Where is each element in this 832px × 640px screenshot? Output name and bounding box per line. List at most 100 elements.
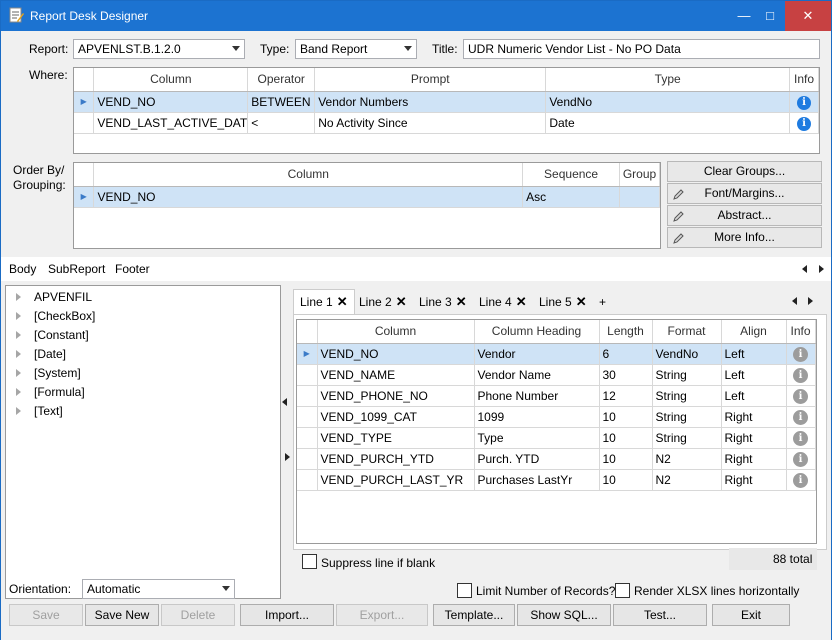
info-icon[interactable]: i xyxy=(793,430,808,446)
info-icon[interactable]: i xyxy=(793,409,808,425)
line-cell-column[interactable]: VEND_NAME xyxy=(317,364,475,386)
table-row[interactable]: VEND_1099_CAT 1099 10 String Right i xyxy=(297,406,816,428)
line-cell-align[interactable]: Right xyxy=(721,448,787,470)
order-cell-sequence[interactable]: Asc xyxy=(522,186,620,208)
close-icon[interactable]: ✕ xyxy=(576,290,587,314)
add-line-tab[interactable]: + xyxy=(595,290,610,314)
line-cell-length[interactable]: 10 xyxy=(599,427,653,449)
tab-line-5[interactable]: Line 5 ✕ xyxy=(535,290,591,314)
more-info-button[interactable]: More Info... xyxy=(667,227,822,248)
line-cell-align[interactable]: Right xyxy=(721,406,787,428)
line-cell-info[interactable]: i xyxy=(786,343,816,365)
where-cell-info[interactable]: i xyxy=(789,112,819,134)
limit-records-checkbox[interactable] xyxy=(457,583,472,598)
expand-icon[interactable] xyxy=(16,312,21,320)
export-button[interactable]: Export... xyxy=(336,604,428,626)
line-cell-heading[interactable]: Purch. YTD xyxy=(474,448,600,470)
tab-line-4[interactable]: Line 4 ✕ xyxy=(475,290,531,314)
line-header-length[interactable]: Length xyxy=(599,320,653,344)
info-icon[interactable]: i xyxy=(797,95,812,110)
where-header-operator[interactable]: Operator xyxy=(247,68,316,92)
line-tab-scroll-right-icon[interactable] xyxy=(808,297,813,305)
table-row[interactable]: ▶ VEND_NO BETWEEN Vendor Numbers VendNo … xyxy=(74,91,819,113)
line-cell-format[interactable]: String xyxy=(652,406,722,428)
collapse-left-icon[interactable] xyxy=(282,398,287,406)
line-cell-length[interactable]: 12 xyxy=(599,385,653,407)
where-header-type[interactable]: Type xyxy=(545,68,791,92)
where-cell-operator[interactable]: BETWEEN xyxy=(247,91,316,113)
line-cell-length[interactable]: 30 xyxy=(599,364,653,386)
line-cell-format[interactable]: String xyxy=(652,427,722,449)
line-cell-align[interactable]: Right xyxy=(721,427,787,449)
order-cell-group[interactable] xyxy=(619,186,660,208)
info-icon[interactable]: i xyxy=(793,388,808,404)
tree-item-apvenfil[interactable]: APVENFIL xyxy=(34,290,92,304)
line-tab-scroll-left-icon[interactable] xyxy=(792,297,797,305)
font-margins-button[interactable]: Font/Margins... xyxy=(667,183,822,204)
line-cell-column[interactable]: VEND_PHONE_NO xyxy=(317,385,475,407)
line-cell-format[interactable]: N2 xyxy=(652,469,722,491)
info-icon[interactable]: i xyxy=(797,116,812,131)
where-cell-prompt[interactable]: Vendor Numbers xyxy=(314,91,547,113)
line-cell-format[interactable]: N2 xyxy=(652,448,722,470)
expand-right-icon[interactable] xyxy=(285,453,290,461)
title-input[interactable]: UDR Numeric Vendor List - No PO Data xyxy=(463,39,820,59)
where-cell-prompt[interactable]: No Activity Since xyxy=(314,112,547,134)
table-row[interactable]: VEND_PURCH_LAST_YR Purchases LastYr 10 N… xyxy=(297,469,816,491)
line-cell-info[interactable]: i xyxy=(786,406,816,428)
expand-icon[interactable] xyxy=(16,369,21,377)
line-cell-align[interactable]: Right xyxy=(721,469,787,491)
line-header-format[interactable]: Format xyxy=(652,320,722,344)
exit-button[interactable]: Exit xyxy=(712,604,790,626)
line-header-heading[interactable]: Column Heading xyxy=(474,320,600,344)
where-cell-column[interactable]: VEND_LAST_ACTIVE_DAT xyxy=(93,112,249,134)
table-row[interactable]: ▶ VEND_NO Asc xyxy=(74,186,660,208)
tree-item-constant[interactable]: [Constant] xyxy=(34,328,89,342)
info-icon[interactable]: i xyxy=(793,451,808,467)
where-header-info[interactable]: Info xyxy=(789,68,819,92)
line-cell-length[interactable]: 6 xyxy=(599,343,653,365)
where-cell-column[interactable]: VEND_NO xyxy=(93,91,249,113)
where-cell-operator[interactable]: < xyxy=(247,112,316,134)
where-cell-info[interactable]: i xyxy=(789,91,819,113)
line-cell-format[interactable]: String xyxy=(652,385,722,407)
where-cell-type[interactable]: Date xyxy=(545,112,791,134)
where-header-prompt[interactable]: Prompt xyxy=(314,68,547,92)
test-button[interactable]: Test... xyxy=(613,604,707,626)
table-row[interactable]: VEND_TYPE Type 10 String Right i xyxy=(297,427,816,449)
template-button[interactable]: Template... xyxy=(433,604,515,626)
table-row[interactable]: ▶ VEND_NO Vendor 6 VendNo Left i xyxy=(297,343,816,365)
line-cell-length[interactable]: 10 xyxy=(599,469,653,491)
tab-scroll-left-icon[interactable] xyxy=(802,265,807,273)
table-row[interactable]: VEND_NAME Vendor Name 30 String Left i xyxy=(297,364,816,386)
maximize-button[interactable]: □ xyxy=(757,1,783,31)
save-new-button[interactable]: Save New xyxy=(85,604,159,626)
order-header-group[interactable]: Group xyxy=(619,163,660,187)
expand-icon[interactable] xyxy=(16,331,21,339)
delete-button[interactable]: Delete xyxy=(161,604,235,626)
close-icon[interactable]: ✕ xyxy=(396,290,407,314)
line-cell-column[interactable]: VEND_PURCH_YTD xyxy=(317,448,475,470)
close-icon[interactable]: ✕ xyxy=(456,290,467,314)
line-cell-column[interactable]: VEND_PURCH_LAST_YR xyxy=(317,469,475,491)
line-cell-info[interactable]: i xyxy=(786,364,816,386)
order-header-column[interactable]: Column xyxy=(93,163,524,187)
line-header-column[interactable]: Column xyxy=(317,320,475,344)
table-row[interactable]: VEND_LAST_ACTIVE_DAT < No Activity Since… xyxy=(74,112,819,134)
tree-item-system[interactable]: [System] xyxy=(34,366,81,380)
line-cell-column[interactable]: VEND_1099_CAT xyxy=(317,406,475,428)
line-cell-format[interactable]: VendNo xyxy=(652,343,722,365)
line-cell-length[interactable]: 10 xyxy=(599,406,653,428)
line-cell-column[interactable]: VEND_NO xyxy=(317,343,475,365)
clear-groups-button[interactable]: Clear Groups... xyxy=(667,161,822,182)
import-button[interactable]: Import... xyxy=(240,604,334,626)
line-header-info[interactable]: Info xyxy=(786,320,816,344)
line-cell-format[interactable]: String xyxy=(652,364,722,386)
info-icon[interactable]: i xyxy=(793,367,808,383)
tab-line-2[interactable]: Line 2 ✕ xyxy=(355,290,411,314)
tree-item-formula[interactable]: [Formula] xyxy=(34,385,85,399)
info-icon[interactable]: i xyxy=(793,472,808,488)
expand-icon[interactable] xyxy=(16,407,21,415)
table-row[interactable]: VEND_PHONE_NO Phone Number 12 String Lef… xyxy=(297,385,816,407)
line-cell-heading[interactable]: 1099 xyxy=(474,406,600,428)
